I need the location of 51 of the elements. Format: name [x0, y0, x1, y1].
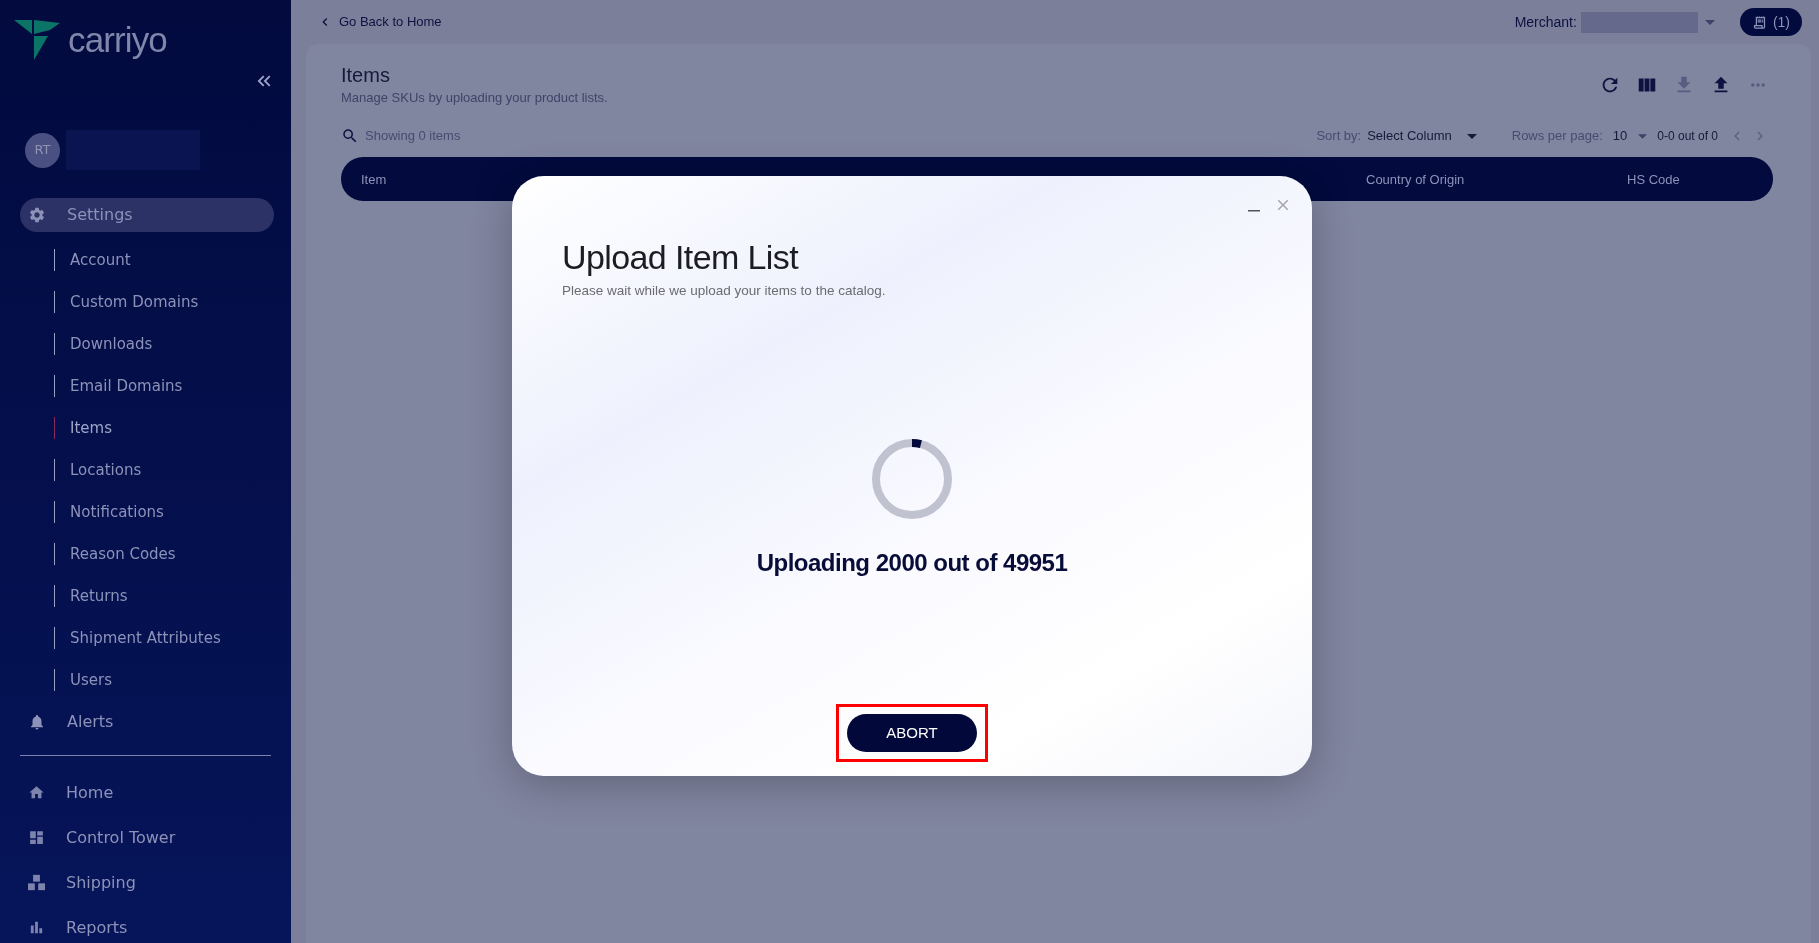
search-icon — [341, 127, 359, 145]
column-header[interactable]: HS Code — [1627, 172, 1680, 187]
sidebar-subitem[interactable]: Reason Codes — [70, 542, 176, 566]
tasks-button[interactable]: (1) — [1739, 8, 1802, 36]
sidebar-item[interactable]: Home — [28, 780, 114, 805]
avatar: RT — [25, 132, 60, 168]
receipt-icon — [1751, 14, 1767, 30]
bell-icon — [28, 713, 46, 731]
pagination-range: 0-0 out of 0 — [1657, 128, 1718, 145]
sort-select[interactable]: Select Column — [1367, 126, 1477, 146]
rows-per-page-select[interactable]: 10 — [1612, 126, 1648, 146]
upload-status: Uploading 2000 out of 49951 — [756, 549, 1068, 577]
dialog-title: Upload Item List — [562, 237, 799, 277]
blocks-icon — [28, 874, 45, 891]
more-icon — [1751, 83, 1765, 87]
dialog-subtitle: Please wait while we upload your items to the catalog. — [562, 283, 886, 299]
sidebar-subitem[interactable]: Custom Domains — [70, 290, 199, 314]
sidebar-subitem[interactable]: Downloads — [70, 332, 153, 356]
sort-label: Sort by: — [1316, 127, 1362, 146]
tiles-icon — [28, 829, 45, 846]
home-icon — [28, 784, 45, 801]
minimize-icon — [1248, 210, 1260, 212]
bar-chart-icon — [28, 919, 45, 936]
merchant-label: Merchant: — [1514, 12, 1577, 32]
caret-icon — [1704, 19, 1715, 25]
back-link[interactable]: Go Back to Home — [317, 12, 442, 32]
sidebar-item[interactable]: Settings — [20, 198, 274, 232]
column-header[interactable]: Country of Origin — [1366, 172, 1465, 187]
page-subtitle: Manage SKUs by uploading your product lists. — [341, 90, 608, 106]
page-title: Items — [341, 63, 391, 87]
logo-icon — [14, 20, 60, 60]
sidebar-subitem[interactable]: Locations — [70, 458, 142, 482]
logo-text: carriyo — [68, 20, 167, 60]
sidebar-subitem[interactable]: Users — [70, 668, 112, 692]
search-field[interactable]: Showing 0 items — [365, 126, 615, 146]
abort-button[interactable]: ABORT — [847, 714, 977, 752]
sidebar-item[interactable]: Reports — [28, 915, 128, 940]
sidebar-subitem[interactable]: Notifications — [70, 500, 164, 524]
caret-icon — [1466, 133, 1477, 139]
caret-icon — [1638, 133, 1648, 139]
sidebar-subitem[interactable]: Returns — [70, 584, 128, 608]
sidebar-subitem[interactable]: Account — [70, 248, 131, 272]
rows-per-page-label: Rows per page: — [1511, 127, 1603, 146]
sidebar-item[interactable]: Control Tower — [28, 825, 176, 850]
sidebar-item[interactable]: Alerts — [28, 710, 114, 734]
column-header[interactable]: Item — [361, 172, 387, 187]
settings-icon — [28, 206, 46, 224]
sidebar-subitem[interactable]: Shipment Attributes — [70, 626, 221, 650]
sidebar-subitem[interactable]: Items — [70, 416, 112, 440]
sidebar-subitem[interactable]: Email Domains — [70, 374, 183, 398]
sidebar-item[interactable]: Shipping — [28, 870, 136, 895]
